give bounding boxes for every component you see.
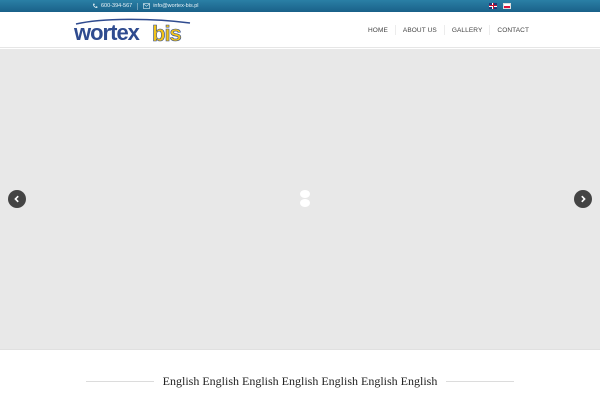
section-heading: English English English English English … [0, 370, 600, 392]
logo-text-main: wortex [73, 20, 141, 45]
section-title: English English English English English … [162, 373, 438, 388]
nav-item-contact[interactable]: CONTACT [490, 27, 536, 34]
main-nav: HOME ABOUT US GALLERY CONTACT [361, 23, 536, 37]
heading-divider-left [85, 380, 154, 382]
envelope-icon [143, 3, 151, 9]
email-contact[interactable]: info@wortex-bis.pl [143, 3, 199, 9]
nav-item-gallery[interactable]: GALLERY [445, 27, 490, 34]
nav-item-home[interactable]: HOME [361, 27, 395, 34]
slider-loading-indicator [299, 190, 311, 209]
email-address: info@wortex-bis.pl [153, 3, 199, 9]
site-header: wortex bis HOME ABOUT US GALLERY CONTACT [0, 12, 600, 48]
loader-dot [300, 199, 310, 207]
slider-prev-button[interactable] [8, 190, 26, 208]
top-bar: 600-394-567 info@wortex-bis.pl [0, 0, 600, 12]
chevron-left-icon [14, 195, 19, 203]
heading-divider-right [446, 380, 515, 382]
loader-dot [300, 190, 310, 198]
phone-icon [93, 3, 98, 8]
hero-slider [0, 49, 600, 350]
slider-next-button[interactable] [574, 190, 592, 208]
chevron-right-icon [581, 195, 586, 203]
phone-number: 600-394-567 [101, 3, 133, 9]
phone-contact[interactable]: 600-394-567 [92, 3, 132, 9]
logo-text-accent: bis [152, 21, 182, 46]
language-switcher [489, 3, 511, 9]
nav-item-about-us[interactable]: ABOUT US [396, 27, 444, 34]
contact-info: 600-394-567 info@wortex-bis.pl [92, 1, 199, 11]
english-flag-icon[interactable] [489, 3, 497, 9]
wortex-bis-logo[interactable]: wortex bis [72, 16, 194, 46]
polish-flag-icon[interactable] [503, 3, 511, 9]
contact-divider [137, 2, 139, 10]
